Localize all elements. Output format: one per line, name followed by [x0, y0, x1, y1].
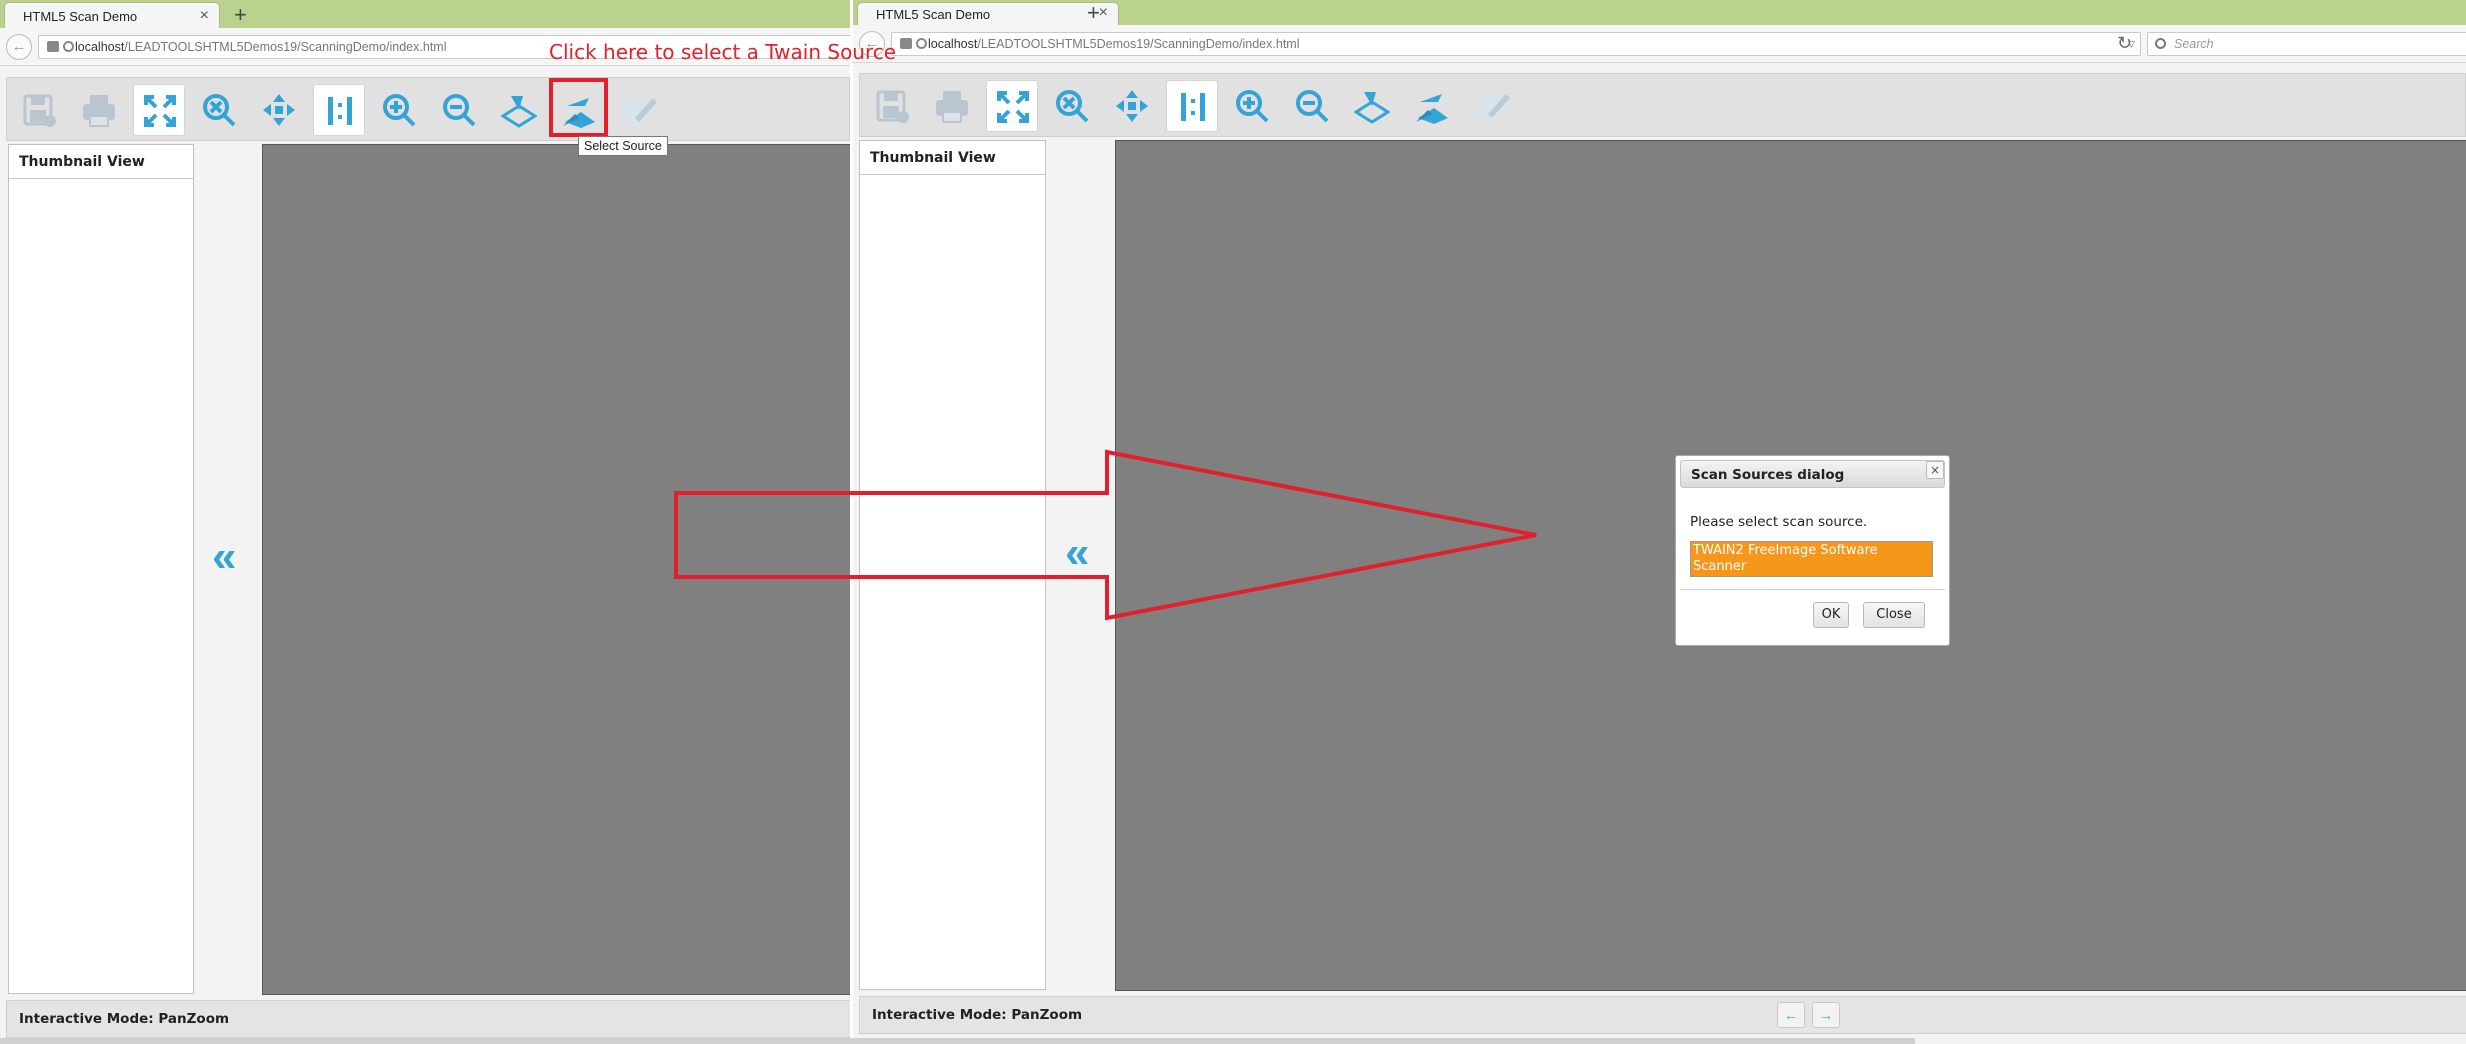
status-bar: Interactive Mode: PanZoom: [859, 996, 2466, 1034]
actual-size-button[interactable]: [313, 84, 365, 136]
tab-title: HTML5 Scan Demo: [876, 7, 991, 22]
fit-all-icon: [1116, 90, 1148, 122]
print-button[interactable]: [73, 84, 125, 136]
fit-page-button[interactable]: [133, 84, 185, 136]
image-viewer[interactable]: [262, 144, 850, 995]
dialog-divider: [1680, 589, 1945, 590]
print-icon: [935, 90, 969, 123]
zoom-out-button[interactable]: [433, 84, 485, 136]
zoom-in-button[interactable]: [1226, 80, 1278, 132]
dialog-title: Scan Sources dialog: [1680, 460, 1945, 488]
zoom-out-icon: [443, 94, 476, 127]
zoom-in-icon: [383, 94, 416, 127]
thumbnail-header: Thumbnail View: [860, 141, 1045, 175]
interactive-mode-label: Interactive Mode: PanZoom: [19, 1011, 230, 1027]
select-source-highlight: [549, 78, 608, 137]
edit-icon: [625, 98, 657, 124]
acquire-icon: [1354, 90, 1390, 124]
zoom-in-icon: [1236, 90, 1269, 123]
url-path: /LEADTOOLSHTML5Demos19/ScanningDemo/inde…: [977, 37, 1300, 51]
select-source-icon: [1416, 94, 1448, 124]
fit-width-icon: [1056, 90, 1089, 123]
fit-all-button[interactable]: [253, 84, 305, 136]
fit-page-icon: [144, 95, 176, 127]
save-icon: [876, 90, 910, 124]
navigation-bar: ← localhost/LEADTOOLSHTML5Demos19/Scanni…: [853, 25, 2466, 63]
fit-width-button[interactable]: [1046, 80, 1098, 132]
scan-source-item[interactable]: TWAIN2 FreeImage Software Scanner: [1691, 542, 1932, 576]
scan-source-list[interactable]: TWAIN2 FreeImage Software Scanner: [1690, 541, 1933, 577]
back-button[interactable]: ←: [6, 34, 32, 60]
thumbnail-panel: Thumbnail View: [8, 144, 194, 994]
select-source-tooltip: Select Source: [578, 136, 668, 156]
tab-title: HTML5 Scan Demo: [23, 9, 138, 24]
fit-width-icon: [203, 94, 236, 127]
actual-size-icon: [328, 97, 352, 125]
taskbar-strip: [0, 1038, 1915, 1044]
search-icon: [2155, 38, 2166, 49]
dialog-title-text: Scan Sources dialog: [1691, 467, 1845, 483]
thumbnail-panel: Thumbnail View: [859, 140, 1046, 990]
collapse-panel-icon[interactable]: «: [212, 532, 236, 582]
save-icon: [23, 94, 57, 128]
dialog-close-icon[interactable]: ×: [1926, 461, 1944, 479]
zoom-in-button[interactable]: [373, 84, 425, 136]
new-tab-icon[interactable]: +: [1087, 0, 1100, 26]
interactive-mode-label: Interactive Mode: PanZoom: [872, 1007, 1083, 1023]
save-button[interactable]: [13, 84, 65, 136]
url-host: localhost: [928, 37, 978, 51]
search-input[interactable]: Search: [2147, 32, 2466, 56]
new-tab-icon[interactable]: +: [234, 2, 247, 28]
acquire-button[interactable]: [1346, 80, 1398, 132]
next-page-button[interactable]: →: [1812, 1002, 1840, 1028]
scan-sources-dialog: Scan Sources dialog × Please select scan…: [1675, 455, 1950, 646]
ok-button[interactable]: OK: [1813, 602, 1849, 628]
status-bar: Interactive Mode: PanZoom: [6, 1000, 850, 1038]
url-host: localhost: [75, 40, 125, 54]
globe-icon: [63, 41, 74, 52]
zoom-out-button[interactable]: [1286, 80, 1338, 132]
browser-tab[interactable]: HTML5 Scan Demo ×: [857, 2, 1119, 25]
acquire-icon: [501, 94, 537, 128]
url-path: /LEADTOOLSHTML5Demos19/ScanningDemo/inde…: [124, 40, 447, 54]
zoom-out-icon: [1296, 90, 1329, 123]
fit-width-button[interactable]: [193, 84, 245, 136]
print-button[interactable]: [926, 80, 978, 132]
select-source-button[interactable]: [1406, 80, 1458, 132]
lock-icon: [900, 38, 912, 49]
lock-icon: [47, 41, 59, 52]
tab-strip: HTML5 Scan Demo × +: [853, 0, 2466, 25]
close-tab-icon[interactable]: ×: [1099, 4, 1108, 22]
instruction-callout: Click here to select a Twain Source: [549, 40, 897, 64]
save-button[interactable]: [866, 80, 918, 132]
browser-tab[interactable]: HTML5 Scan Demo ×: [4, 2, 220, 28]
browser-window-right: HTML5 Scan Demo × + ← localhost/LEADTOOL…: [853, 0, 2466, 1044]
fit-all-icon: [263, 94, 295, 126]
collapse-panel-icon[interactable]: «: [1065, 528, 1089, 578]
close-button[interactable]: Close: [1863, 602, 1925, 628]
actual-size-icon: [1181, 93, 1205, 121]
fit-page-icon: [997, 91, 1029, 123]
browser-window-left: HTML5 Scan Demo × + ← localhost/LEADTOOL…: [0, 0, 850, 1044]
reload-icon[interactable]: ↻: [2117, 33, 2132, 54]
dialog-prompt: Please select scan source.: [1690, 514, 1868, 530]
globe-icon: [916, 38, 927, 49]
edit-button[interactable]: [613, 84, 665, 136]
address-bar[interactable]: localhost/LEADTOOLSHTML5Demos19/Scanning…: [891, 32, 2141, 56]
fit-all-button[interactable]: [1106, 80, 1158, 132]
close-tab-icon[interactable]: ×: [200, 7, 209, 25]
scan-toolbar: [6, 77, 850, 141]
acquire-button[interactable]: [493, 84, 545, 136]
tab-strip: HTML5 Scan Demo × +: [0, 0, 850, 28]
print-icon: [82, 94, 116, 127]
fit-page-button[interactable]: [986, 80, 1038, 132]
actual-size-button[interactable]: [1166, 80, 1218, 132]
thumbnail-header: Thumbnail View: [9, 145, 193, 179]
search-placeholder: Search: [2174, 37, 2214, 51]
edit-button[interactable]: [1466, 80, 1518, 132]
previous-page-button[interactable]: ←: [1777, 1002, 1805, 1028]
edit-icon: [1478, 94, 1510, 120]
scan-toolbar: [859, 73, 2466, 137]
